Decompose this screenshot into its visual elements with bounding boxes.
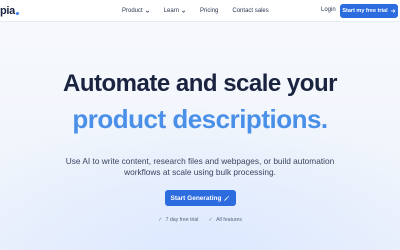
hero-headline-line1: Automate and scale your: [63, 70, 337, 97]
top-nav-bar: pia Product Learn Pricing Contact sales …: [0, 0, 400, 22]
cta-label: Start Generating: [170, 194, 222, 202]
logo-dot-icon: [16, 12, 19, 15]
chevron-down-icon: [145, 10, 149, 13]
check-icon: ✓: [208, 217, 214, 223]
feature-label: 7 day free trial: [165, 217, 199, 223]
trial-button-label: Start my free trial: [342, 8, 388, 14]
hero-headline-line2: product descriptions.: [72, 104, 328, 134]
feature-item: ✓ 7 day free trial: [158, 217, 198, 223]
chevron-down-icon: [181, 10, 186, 13]
login-link[interactable]: Login: [321, 7, 336, 13]
nav-item-label: Contact sales: [232, 8, 269, 14]
feature-list: ✓ 7 day free trial ✓ All features: [0, 217, 400, 223]
check-icon: ✓: [157, 217, 163, 223]
start-generating-button[interactable]: Start Generating: [165, 190, 236, 206]
hero-subtext: Use AI to write content, research files …: [65, 156, 335, 177]
nav-item-pricing[interactable]: Pricing: [200, 8, 218, 14]
nav-item-label: Product: [122, 8, 143, 14]
nav-item-contact-sales[interactable]: Contact sales: [232, 8, 268, 14]
feature-label: All features: [216, 217, 243, 223]
logo[interactable]: pia: [0, 4, 19, 18]
nav-item-learn[interactable]: Learn: [164, 8, 186, 14]
arrow-right-icon: [390, 9, 396, 13]
main-nav: Product Learn Pricing Contact sales: [122, 0, 283, 22]
logo-text: pia: [0, 5, 15, 17]
start-free-trial-button[interactable]: Start my free trial: [340, 4, 398, 18]
nav-item-product[interactable]: Product: [122, 8, 150, 14]
nav-item-label: Learn: [163, 8, 180, 14]
nav-item-label: Pricing: [200, 8, 219, 14]
magic-wand-icon: [224, 195, 230, 201]
feature-item: ✓ All features: [208, 217, 242, 223]
